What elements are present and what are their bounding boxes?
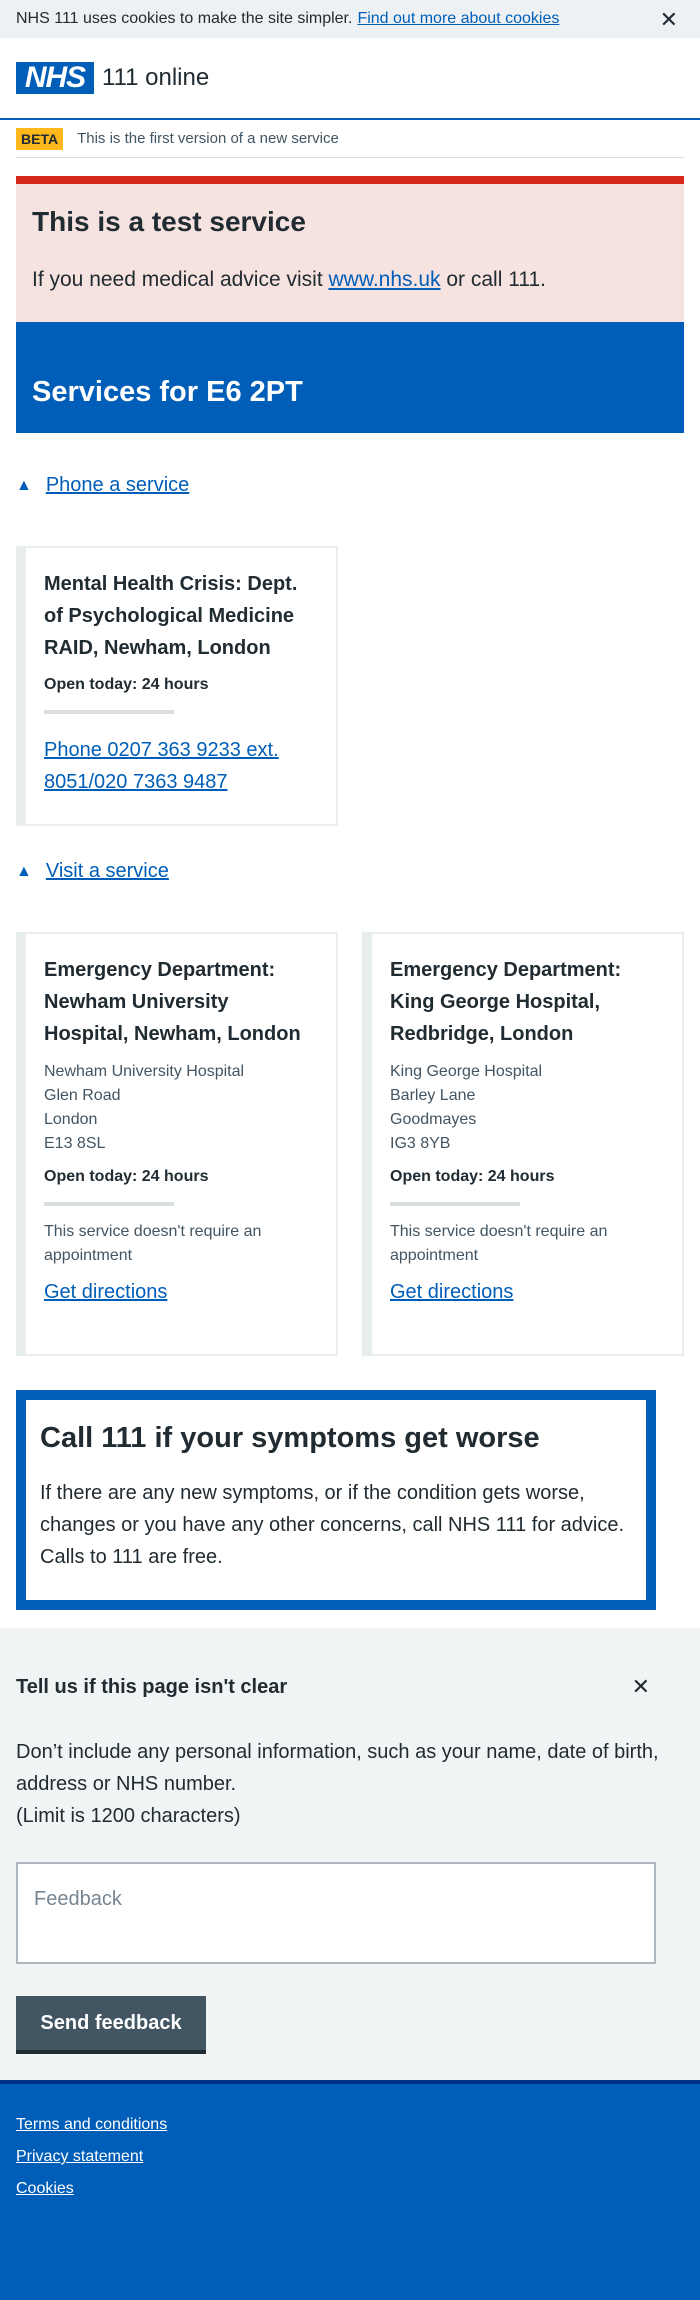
call-111-text: If there are any new symptoms, or if the… xyxy=(40,1482,625,1568)
divider xyxy=(44,710,174,714)
appointment-note: This service doesn't require an appointm… xyxy=(390,1223,608,1264)
cookie-info-link[interactable]: Find out more about cookies xyxy=(357,10,559,28)
feedback-title: Tell us if this page isn't clear xyxy=(16,1676,288,1698)
phone-service-toggle[interactable]: ▲ Phone a service xyxy=(16,474,189,497)
call-111-box: Call 111 if your symptoms get worse If t… xyxy=(16,1390,656,1610)
get-directions-link[interactable]: Get directions xyxy=(390,1276,513,1308)
service-address: King George Hospital Barley Lane Goodmay… xyxy=(390,1060,664,1156)
site-header: NHS 111 online xyxy=(0,38,700,120)
address-line: IG3 8YB xyxy=(390,1135,451,1152)
feedback-limit: (Limit is 1200 characters) xyxy=(16,1805,241,1827)
cookie-banner: NHS 111 uses cookies to make the site si… xyxy=(0,0,700,38)
address-line: E13 8SL xyxy=(44,1135,106,1152)
close-icon[interactable]: ✕ xyxy=(632,1674,650,1700)
divider xyxy=(390,1202,520,1206)
phone-link[interactable]: Phone 0207 363 9233 ext. 8051/020 7363 9… xyxy=(44,734,318,798)
nhs-website-link[interactable]: www.nhs.uk xyxy=(328,268,440,291)
warning-text-after: or call 111. xyxy=(440,268,546,291)
footer-link-privacy[interactable]: Privacy statement xyxy=(16,2146,684,2168)
close-icon[interactable]: ✕ xyxy=(660,7,678,33)
warning-title: This is a test service xyxy=(32,206,306,237)
triangle-up-icon: ▲ xyxy=(16,476,32,494)
call-111-title: Call 111 if your symptoms get worse xyxy=(40,1422,540,1454)
visit-service-link[interactable]: Visit a service xyxy=(46,860,169,883)
address-line: King George Hospital xyxy=(390,1063,543,1080)
test-service-warning: This is a test service If you need medic… xyxy=(16,176,684,322)
opening-hours: Open today: 24 hours xyxy=(44,676,209,693)
send-feedback-button[interactable]: Send feedback xyxy=(16,1996,206,2054)
beta-tag: BETA xyxy=(16,127,64,150)
service-card-title: Emergency Department: King George Hospit… xyxy=(390,959,622,1045)
service-card: Emergency Department: Newham University … xyxy=(16,932,338,1356)
address-line: Goodmayes xyxy=(390,1111,477,1128)
service-card-title: Mental Health Crisis: Dept. of Psycholog… xyxy=(44,573,298,659)
cookie-banner-text: NHS 111 uses cookies to make the site si… xyxy=(16,10,353,27)
nhs-logo[interactable]: NHS xyxy=(16,61,94,94)
address-line: London xyxy=(44,1111,98,1128)
beta-banner: BETA This is the first version of a new … xyxy=(16,120,684,158)
feedback-input[interactable] xyxy=(16,1862,656,1964)
get-directions-link[interactable]: Get directions xyxy=(44,1276,167,1308)
footer-link-cookies[interactable]: Cookies xyxy=(16,2178,684,2200)
opening-hours: Open today: 24 hours xyxy=(44,1168,209,1185)
services-banner: Services for E6 2PT xyxy=(16,322,684,433)
page-title: Services for E6 2PT xyxy=(32,376,303,408)
divider xyxy=(44,1202,174,1206)
phone-service-link[interactable]: Phone a service xyxy=(46,474,189,497)
service-card: Emergency Department: King George Hospit… xyxy=(362,932,684,1356)
appointment-note: This service doesn't require an appointm… xyxy=(44,1223,262,1264)
warning-text: If you need medical advice visit www.nhs… xyxy=(32,268,668,292)
beta-text: This is the first version of a new servi… xyxy=(77,130,339,147)
service-name[interactable]: 111 online xyxy=(102,64,209,92)
warning-text-before: If you need medical advice visit xyxy=(32,268,329,291)
address-line: Barley Lane xyxy=(390,1087,476,1104)
feedback-section: Tell us if this page isn't clear ✕ Don’t… xyxy=(0,1628,700,2080)
address-line: Newham University Hospital xyxy=(44,1063,245,1080)
address-line: Glen Road xyxy=(44,1087,121,1104)
triangle-up-icon: ▲ xyxy=(16,862,32,880)
service-card-title: Emergency Department: Newham University … xyxy=(44,959,301,1045)
footer-link-terms[interactable]: Terms and conditions xyxy=(16,2114,684,2136)
service-address: Newham University Hospital Glen Road Lon… xyxy=(44,1060,318,1156)
opening-hours: Open today: 24 hours xyxy=(390,1168,555,1185)
site-footer: Terms and conditions Privacy statement C… xyxy=(0,2080,700,2300)
feedback-description: Don’t include any personal information, … xyxy=(16,1736,660,1832)
feedback-description-text: Don’t include any personal information, … xyxy=(16,1741,659,1795)
visit-service-toggle[interactable]: ▲ Visit a service xyxy=(16,860,169,883)
service-card: Mental Health Crisis: Dept. of Psycholog… xyxy=(16,546,338,826)
